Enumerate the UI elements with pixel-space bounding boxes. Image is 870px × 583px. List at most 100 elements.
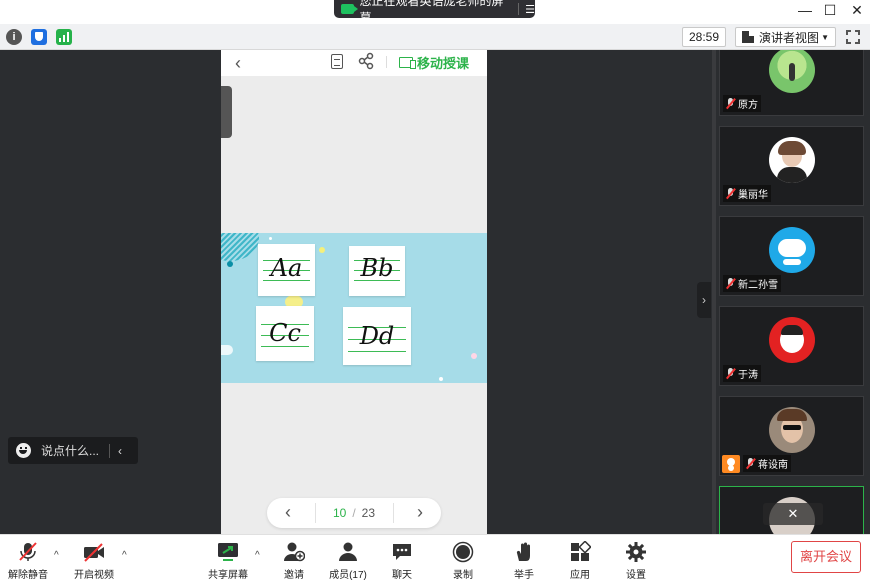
leave-meeting-button[interactable]: 离开会议 [791,541,861,573]
participant-tile[interactable]: 巢丽华 [719,126,864,206]
raise-hand-button[interactable]: 举手 [496,539,552,581]
start-video-button[interactable]: 开启视频 [66,539,122,581]
participant-name-tag: 蒋设南 [743,455,791,472]
host-icon [722,455,740,473]
shared-screen: ‹ 移动授课 Aa Bb Cc Dd ‹ 10 / 23 › [221,50,487,534]
maximize-button[interactable]: ☐ [820,2,840,18]
chat-input-bar[interactable]: 说点什么... ‹ [8,437,138,464]
settings-button[interactable]: 设置 [608,539,664,581]
security-shield-icon[interactable] [31,29,47,45]
record-button[interactable]: 录制 [435,539,491,581]
participant-tile[interactable]: 蒋设南 [719,396,864,476]
video-off-icon [84,543,104,562]
participant-name-tag: 新二孙雪 [723,275,781,292]
meeting-timer: 28:59 [682,27,726,47]
participant-name-tag: 原方 [723,95,761,112]
participant-gallery: 原方 巢丽华 新二孙雪 于涛 蒋设南 ✕ [712,50,870,534]
audio-options-chevron-icon[interactable]: ^ [54,550,59,561]
video-camera-icon [341,4,357,14]
participant-tile[interactable]: 新二孙雪 [719,216,864,296]
members-label: 成员(17) [329,570,367,581]
view-mode-label: 演讲者视图 [759,30,820,45]
mic-muted-icon [19,542,37,561]
network-signal-icon[interactable] [56,29,72,45]
share-options-chevron-icon[interactable]: ^ [255,550,260,561]
banner-menu-icon[interactable]: ☰ [525,3,535,16]
video-options-chevron-icon[interactable]: ^ [122,550,127,561]
star-decoration [471,353,477,359]
header-divider [386,56,387,68]
members-button[interactable]: 成员(17) [320,539,376,581]
chat-label: 聊天 [392,570,412,581]
letter-card-bb: Bb [349,246,405,296]
total-pages: 23 [361,506,376,520]
next-page-button[interactable]: › [417,502,423,523]
minimize-button[interactable]: — [795,2,815,18]
fullscreen-icon[interactable] [845,29,861,45]
invite-button[interactable]: 邀请 [266,539,322,581]
avatar [769,317,815,363]
gallery-scrollbar[interactable] [712,50,716,534]
chevron-down-icon: ▼ [821,32,829,42]
title-bar: 您正在观看英语庞老师的屏幕 ☰ — ☐ ✕ [0,0,870,25]
letter-card-text: Cc [269,319,301,347]
participant-name: 原方 [738,100,758,111]
pager-divider [393,503,394,523]
avatar [769,407,815,453]
mic-muted-icon [746,458,755,469]
page-indicator: 10 / 23 [317,506,391,520]
letter-card-dd: Dd [343,307,411,365]
share-nodes-icon[interactable] [358,52,374,70]
dot-decoration [439,377,443,381]
slide-content: Aa Bb Cc Dd [221,233,487,383]
back-chevron-icon[interactable]: ‹ [235,53,241,74]
meeting-toolbar: 解除静音 ^ 开启视频 ^ 共享屏幕 ^ 邀请 成员(17) 聊天 录制 举手 … [0,534,870,583]
mobile-teach-label: 移动授课 [417,56,470,71]
device-icon [399,57,416,69]
pager-divider [315,503,316,523]
raise-hand-label: 举手 [514,570,534,581]
avatar [769,50,815,93]
share-screen-icon [218,543,238,561]
share-screen-button[interactable]: 共享屏幕 [200,539,256,581]
current-page: 10 [332,506,347,520]
collapse-panel-button[interactable]: › [697,282,711,318]
unmute-label: 解除静音 [8,570,48,581]
letter-card-cc: Cc [256,306,314,361]
dot-decoration [269,237,272,240]
mobile-teach-button[interactable]: 移动授课 [399,53,469,72]
avatar [769,137,815,183]
participant-name: 巢丽华 [738,190,768,201]
previous-page-button[interactable]: ‹ [285,502,291,523]
participant-name: 新二孙雪 [738,280,778,291]
star-decoration [319,247,325,253]
shared-app-header: ‹ 移动授课 [221,50,487,76]
side-drawer-tab[interactable] [221,86,232,138]
screen-share-banner[interactable]: 您正在观看英语庞老师的屏幕 ☰ [334,0,535,25]
speaker-view-icon [742,31,754,43]
participant-tile[interactable]: 于涛 [719,306,864,386]
mic-muted-icon [726,368,735,379]
view-mode-dropdown[interactable]: 演讲者视图 ▼ [735,27,836,47]
letter-card-text: Aa [270,254,303,282]
settings-label: 设置 [626,570,646,581]
close-button[interactable]: ✕ [847,2,867,18]
apps-button[interactable]: 应用 [552,539,608,581]
meeting-info-bar: i 28:59 演讲者视图 ▼ [0,24,870,50]
participant-name-tag: 于涛 [723,365,761,382]
dot-decoration [227,261,233,267]
participant-name: 于涛 [738,370,758,381]
chat-button[interactable]: 聊天 [374,539,430,581]
participant-tile-active[interactable]: ✕ [719,486,864,534]
share-screen-label: 共享屏幕 [208,570,248,581]
cloud-decoration [221,345,233,355]
info-icon[interactable]: i [6,29,22,45]
emoji-icon[interactable] [16,443,31,458]
participant-tile[interactable]: 原方 [719,50,864,116]
chevron-left-icon[interactable]: ‹ [118,444,122,458]
tile-close-icon[interactable]: ✕ [763,503,823,525]
unmute-button[interactable]: 解除静音 [0,539,56,581]
chat-placeholder[interactable]: 说点什么... [41,442,99,459]
document-icon[interactable] [331,54,343,69]
participant-name: 蒋设南 [758,460,788,471]
